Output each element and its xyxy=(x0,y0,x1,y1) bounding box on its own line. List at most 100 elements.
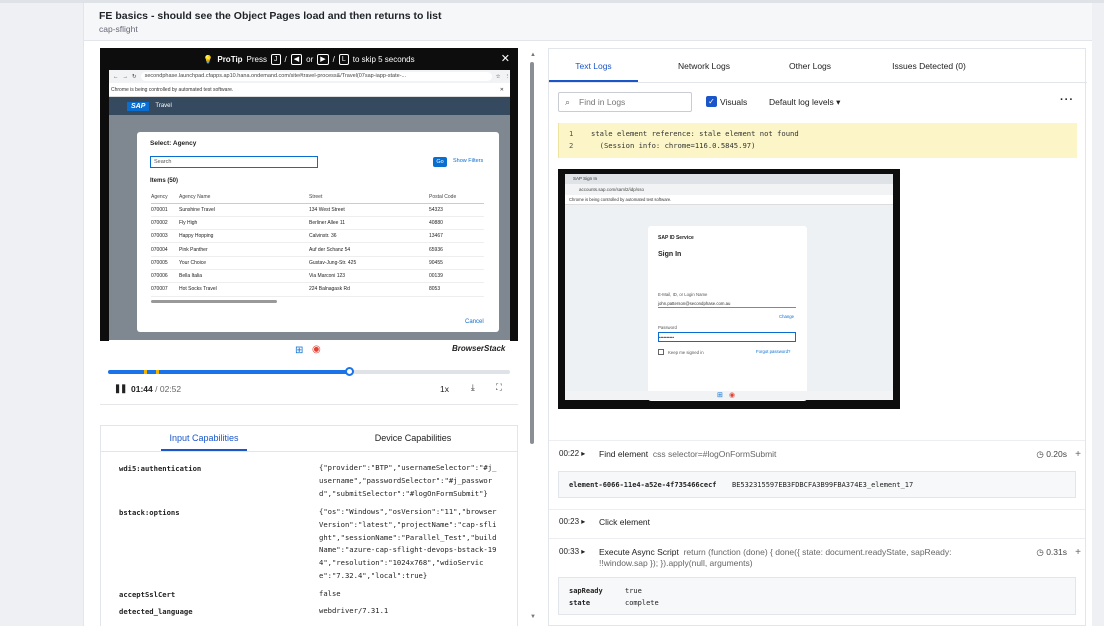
close-icon[interactable]: ✕ xyxy=(501,52,510,65)
log-screenshot[interactable]: SAP Sign In accounts.sap.com/saml2/idp/s… xyxy=(558,169,900,409)
more-options-icon[interactable]: ··· xyxy=(1060,94,1074,106)
back-icon: ← xyxy=(113,73,119,80)
tab-device-capabilities[interactable]: Device Capabilities xyxy=(363,426,463,451)
protip-slash: / xyxy=(284,54,287,64)
event-name: Find element css selector=#logOnFormSubm… xyxy=(599,449,777,459)
dialog-search: Search xyxy=(150,156,318,168)
sap-shell-bar: SAP Travel xyxy=(109,97,510,115)
visuals-checkbox[interactable]: ✓ xyxy=(706,96,717,107)
scroll-thumb[interactable] xyxy=(530,62,534,444)
password-field: •••••••••• xyxy=(658,332,796,342)
speed-button[interactable]: 1x xyxy=(440,384,449,394)
event-time: 00:23 ▸ xyxy=(559,517,586,526)
forward-icon: → xyxy=(122,73,129,80)
signin-service: SAP ID Service xyxy=(658,235,694,241)
tab-input-capabilities[interactable]: Input Capabilities xyxy=(161,426,247,451)
browser-address-bar: ← → ↻ secondphase.launchpad.cfapps.ap10.… xyxy=(109,70,510,83)
left-pane-scrollbar[interactable]: ▲ ▼ xyxy=(528,48,537,626)
error-line: 2 (Session info: chrome=116.0.5845.97) xyxy=(569,141,756,150)
chrome-icon: ◉ xyxy=(312,344,321,355)
app-title: Travel xyxy=(155,103,172,109)
video-progress[interactable] xyxy=(108,367,510,376)
cap-key: bstack:options xyxy=(119,508,180,517)
left-gutter xyxy=(0,3,84,626)
cap-key: wdi5:authentication xyxy=(119,464,202,473)
agency-row: 070002 Fly High Berliner Allee 11 40880 xyxy=(151,216,484,231)
cap-value: false xyxy=(319,589,341,598)
agency-row: 070006 Bella Italia Via Marconi 123 00139 xyxy=(151,269,484,284)
pause-icon[interactable]: ❚❚ xyxy=(114,383,127,394)
agency-cell: 070003 xyxy=(151,229,179,244)
key-j: J xyxy=(271,53,281,65)
log-event[interactable]: 00:33 ▸ Execute Async Script return (fun… xyxy=(549,547,1085,575)
tab-other-logs[interactable]: Other Logs xyxy=(775,49,845,82)
screenshot-url: accounts.sap.com/saml2/idp/sso xyxy=(565,184,893,195)
log-event[interactable]: 00:22 ▸ Find element css selector=#logOn… xyxy=(549,449,1085,469)
protip-or: or xyxy=(306,54,314,64)
expand-icon[interactable]: + xyxy=(1075,449,1081,460)
event-duration: ◷ 0.20s xyxy=(1036,449,1067,459)
recorded-browser: ← → ↻ secondphase.launchpad.cfapps.ap10.… xyxy=(109,70,510,350)
tab-text-logs[interactable]: Text Logs xyxy=(549,49,638,82)
agency-cell: Berliner Allee 11 xyxy=(309,216,429,231)
chevron-down-icon: ▾ xyxy=(836,97,841,107)
event-name: Execute Async Script return (function (d… xyxy=(599,547,952,568)
scroll-down-icon[interactable]: ▼ xyxy=(530,614,536,620)
protip-slash-2: / xyxy=(332,54,335,64)
event-result: element-6066-11e4-a52e-4f735466cecf BE53… xyxy=(558,471,1076,498)
dialog-title: Select: Agency xyxy=(150,140,197,147)
event-result: sapReady true state complete xyxy=(558,577,1076,615)
key-l: L xyxy=(338,53,349,65)
agency-cell: Via Marconi 123 xyxy=(309,269,429,284)
agency-table: Agency Agency Name Street Postal Code 07… xyxy=(151,192,484,297)
tab-issues-detected[interactable]: Issues Detected (0) xyxy=(879,49,979,82)
protip-suffix: to skip 5 seconds xyxy=(352,54,415,64)
tab-network-logs[interactable]: Network Logs xyxy=(659,49,749,82)
agency-cell: 40880 xyxy=(429,216,484,231)
col-postal: Postal Code xyxy=(429,192,484,204)
agency-table-header: Agency Agency Name Street Postal Code xyxy=(151,192,484,204)
playback-time: 01:44 / 02:52 xyxy=(131,384,182,394)
col-agency-name: Agency Name xyxy=(179,192,309,204)
windows-icon: ⊞ xyxy=(295,345,304,356)
agency-cell: Bella Italia xyxy=(179,269,309,284)
log-event[interactable]: 00:23 ▸ Click element xyxy=(549,517,1085,537)
scroll-up-icon[interactable]: ▲ xyxy=(530,52,536,58)
session-video[interactable]: 💡 ProTip Press J / ◀ or ▶ / L to skip 5 … xyxy=(100,48,518,350)
fullscreen-icon[interactable]: ⛶ xyxy=(496,382,502,393)
progress-marker xyxy=(156,370,160,374)
col-street: Street xyxy=(309,192,429,204)
event-time: 00:33 ▸ xyxy=(559,547,586,556)
find-in-logs-input[interactable]: ⌕ Find in Logs xyxy=(558,92,692,112)
signin-background: SAP ID Service Sign In E-Mail, ID, or Lo… xyxy=(565,205,893,401)
expand-icon[interactable]: + xyxy=(1075,547,1081,558)
agency-cell: Pink Panther xyxy=(179,242,309,257)
agency-cell: 224 Balnagask Rd xyxy=(309,282,429,297)
keep-signed-label: Keep me signed in xyxy=(668,350,704,355)
event-duration: ◷ 0.31s xyxy=(1036,547,1067,557)
password-label: Password xyxy=(658,325,677,330)
agency-row: 070007 Hot Socks Travel 224 Balnagask Rd 80… xyxy=(151,282,484,297)
agency-row: 070003 Happy Hopping Calvinstr. 36 13467 xyxy=(151,229,484,244)
protip-press: Press xyxy=(246,54,267,64)
agency-row: 070001 Sunshine Travel 134 West Street 5432… xyxy=(151,203,484,217)
agency-cell: 070002 xyxy=(151,216,179,231)
screenshot-taskbar: ⊞ ◉ xyxy=(565,391,893,400)
key-left-icon: ◀ xyxy=(290,53,303,65)
divider xyxy=(549,538,1085,539)
error-line: 1 stale element reference: stale element … xyxy=(569,129,799,138)
agency-cell: Auf der Schanz 54 xyxy=(309,242,429,257)
automation-banner: Chrome is being controlled by automated … xyxy=(109,83,510,97)
agency-cell: 134 West Street xyxy=(309,203,429,217)
agency-cell: Fly High xyxy=(179,216,309,231)
agency-cell: 070001 xyxy=(151,203,179,217)
logs-panel: Text Logs Network Logs Other Logs Issues… xyxy=(548,48,1087,626)
download-icon[interactable]: ⤓ xyxy=(471,382,475,393)
session-title: FE basics - should see the Object Pages … xyxy=(99,10,442,22)
log-levels-dropdown[interactable]: Default log levels ▾ xyxy=(769,97,840,108)
windows-icon: ⊞ xyxy=(717,392,723,399)
agency-cell: Gustav-Jung-Str. 425 xyxy=(309,256,429,270)
forgot-password-link: Forgot password? xyxy=(756,349,791,354)
agency-cell: Hot Socks Travel xyxy=(179,282,309,297)
email-label: E-Mail, ID, or Login Name xyxy=(658,292,708,297)
